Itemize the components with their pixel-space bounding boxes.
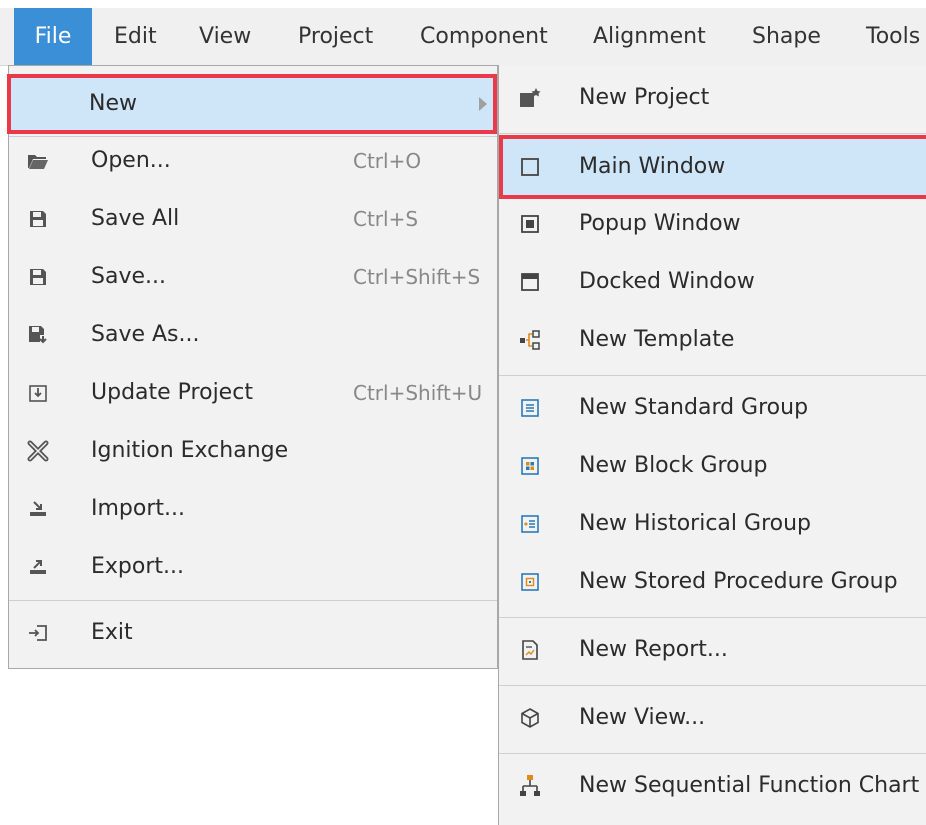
menu-project[interactable]: Project (298, 8, 373, 65)
submenu-popup-window[interactable]: Popup Window (499, 195, 926, 253)
save-icon (23, 248, 53, 306)
save-label: Save... (91, 264, 166, 289)
new-standard-group-label: New Standard Group (579, 395, 809, 420)
menu-shape[interactable]: Shape (752, 8, 821, 65)
submenu-arrow-icon (479, 97, 487, 111)
file-menu: New Open... Ctrl+O Save All Ctrl+S Save.… (7, 65, 498, 669)
historical-group-icon (515, 495, 545, 553)
new-stored-procedure-group-label: New Stored Procedure Group (579, 569, 898, 594)
file-menu-new[interactable]: New (7, 74, 497, 134)
save-all-label: Save All (91, 206, 180, 231)
save-all-shortcut: Ctrl+S (353, 207, 419, 231)
save-all-icon (23, 190, 53, 248)
import-label: Import... (91, 496, 185, 521)
menu-separator (499, 753, 926, 754)
submenu-new-project[interactable]: New Project (499, 69, 926, 127)
new-report-label: New Report... (579, 637, 728, 662)
exchange-icon (23, 422, 53, 480)
menu-separator (499, 685, 926, 686)
file-menu-save[interactable]: Save... Ctrl+Shift+S (9, 248, 497, 306)
submenu-new-standard-group[interactable]: New Standard Group (499, 379, 926, 437)
menu-separator (9, 600, 497, 601)
main-window-label: Main Window (579, 154, 726, 179)
menu-file[interactable]: File (14, 8, 92, 65)
stored-procedure-group-icon (515, 553, 545, 611)
menu-component[interactable]: Component (420, 8, 548, 65)
export-label: Export... (91, 554, 184, 579)
submenu-new-stored-procedure-group[interactable]: New Stored Procedure Group (499, 553, 926, 611)
update-project-label: Update Project (91, 380, 253, 405)
save-as-label: Save As... (91, 322, 200, 347)
save-as-icon (23, 306, 53, 364)
new-sequential-function-chart-label: New Sequential Function Chart (579, 773, 920, 798)
file-menu-export[interactable]: Export... (9, 538, 497, 596)
view-cube-icon (515, 689, 545, 747)
export-icon (23, 538, 53, 596)
sfc-icon (515, 757, 545, 815)
submenu-new-template[interactable]: New Template (499, 311, 926, 369)
new-project-icon (515, 69, 545, 127)
new-historical-group-label: New Historical Group (579, 511, 811, 536)
file-menu-save-all[interactable]: Save All Ctrl+S (9, 190, 497, 248)
menu-separator (499, 375, 926, 376)
new-view-label: New View... (579, 705, 706, 730)
exit-icon (23, 604, 53, 662)
new-label: New (89, 91, 137, 116)
report-icon (515, 621, 545, 679)
block-group-icon (515, 437, 545, 495)
new-submenu: New Project Main Window Popup Window Doc… (498, 65, 926, 825)
menu-view[interactable]: View (199, 8, 251, 65)
submenu-main-window[interactable]: Main Window (499, 135, 926, 199)
new-template-label: New Template (579, 327, 735, 352)
open-label: Open... (91, 148, 171, 173)
file-menu-ignition-exchange[interactable]: Ignition Exchange (9, 422, 497, 480)
popup-window-label: Popup Window (579, 211, 741, 236)
submenu-new-block-group[interactable]: New Block Group (499, 437, 926, 495)
submenu-new-view[interactable]: New View... (499, 689, 926, 747)
docked-window-icon (515, 253, 545, 311)
ignition-exchange-label: Ignition Exchange (91, 438, 289, 463)
menu-alignment[interactable]: Alignment (593, 8, 706, 65)
file-menu-update-project[interactable]: Update Project Ctrl+Shift+U (9, 364, 497, 422)
main-window-icon (515, 137, 545, 197)
file-menu-exit[interactable]: Exit (9, 604, 497, 662)
update-project-shortcut: Ctrl+Shift+U (353, 381, 483, 405)
menu-edit[interactable]: Edit (114, 8, 157, 65)
menu-separator (499, 617, 926, 618)
submenu-new-report[interactable]: New Report... (499, 621, 926, 679)
folder-open-icon (23, 132, 53, 190)
template-icon (515, 311, 545, 369)
exit-label: Exit (91, 620, 133, 645)
update-project-icon (23, 364, 53, 422)
popup-window-icon (515, 195, 545, 253)
file-menu-save-as[interactable]: Save As... (9, 306, 497, 364)
new-block-group-label: New Block Group (579, 453, 768, 478)
submenu-new-sequential-function-chart[interactable]: New Sequential Function Chart (499, 757, 926, 815)
open-shortcut: Ctrl+O (353, 149, 422, 173)
submenu-new-historical-group[interactable]: New Historical Group (499, 495, 926, 553)
menu-separator (499, 133, 926, 134)
file-menu-import[interactable]: Import... (9, 480, 497, 538)
new-project-label: New Project (579, 85, 710, 110)
menu-bar: File Edit View Project Component Alignme… (0, 8, 926, 66)
menu-tools[interactable]: Tools (866, 8, 920, 65)
import-icon (23, 480, 53, 538)
submenu-docked-window[interactable]: Docked Window (499, 253, 926, 311)
file-menu-open[interactable]: Open... Ctrl+O (9, 132, 497, 190)
save-shortcut: Ctrl+Shift+S (353, 265, 481, 289)
docked-window-label: Docked Window (579, 269, 755, 294)
standard-group-icon (515, 379, 545, 437)
